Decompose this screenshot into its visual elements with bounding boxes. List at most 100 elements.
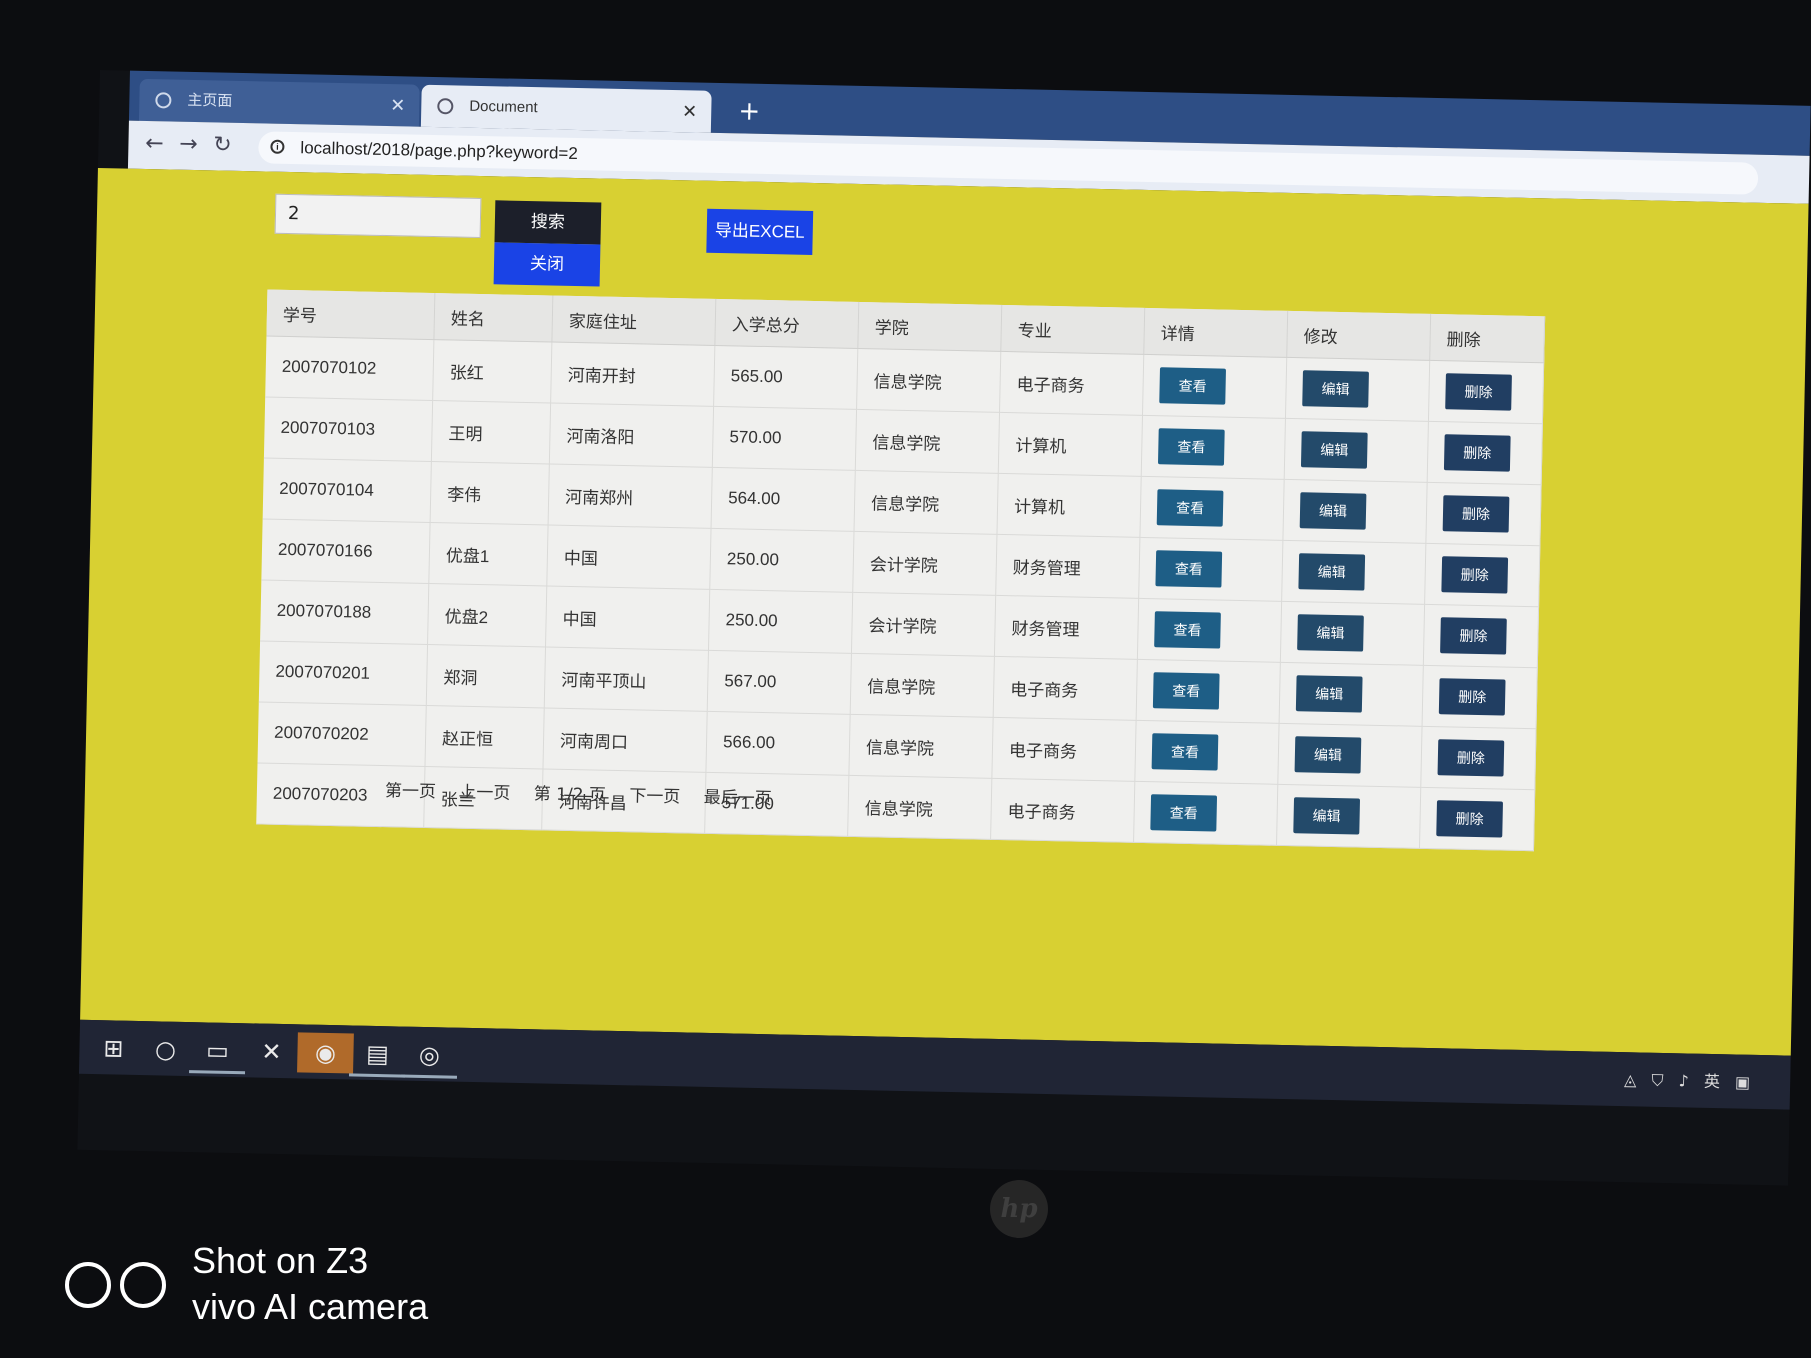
address-cell: 河南郑州 — [548, 463, 713, 529]
student-id-cell: 2007070104 — [262, 458, 432, 523]
editor-icon[interactable]: ▤ — [348, 1033, 406, 1078]
shield-icon[interactable]: ⛉ — [1651, 1071, 1663, 1090]
info-icon[interactable]: i — [270, 139, 285, 154]
globe-icon — [155, 92, 172, 109]
score-cell: 564.00 — [711, 467, 856, 532]
network-icon[interactable]: ◬ — [1624, 1070, 1637, 1089]
aperture-icon — [65, 1262, 111, 1308]
delete-cell: 删除 — [1420, 726, 1537, 790]
delete-cell: 删除 — [1419, 787, 1535, 851]
aperture-icon — [120, 1262, 166, 1308]
view-button[interactable]: 查看 — [1151, 733, 1219, 771]
edit-button[interactable]: 编辑 — [1297, 614, 1364, 652]
name-cell: 优盘2 — [427, 583, 547, 647]
college-cell: 信息学院 — [855, 409, 1000, 474]
export-excel-button[interactable]: 导出EXCEL — [706, 208, 814, 255]
windows-start-icon[interactable]: ⊞ — [85, 1028, 142, 1069]
detail-cell: 查看 — [1138, 537, 1283, 602]
address-cell: 河南周口 — [542, 707, 708, 773]
view-button[interactable]: 查看 — [1159, 367, 1226, 405]
delete-button[interactable]: 删除 — [1441, 556, 1509, 594]
tools-icon[interactable]: ✕ — [243, 1031, 300, 1072]
back-arrow-icon[interactable]: ← — [140, 131, 169, 157]
chrome-icon[interactable]: ◎ — [400, 1034, 458, 1079]
file-explorer-icon[interactable]: ▭ — [189, 1030, 246, 1075]
close-button[interactable]: 关闭 — [493, 242, 601, 287]
edit-cell: 编辑 — [1277, 723, 1423, 788]
student-id-cell: 2007070103 — [263, 397, 433, 462]
detail-cell: 查看 — [1139, 476, 1285, 541]
column-header: 修改 — [1286, 310, 1431, 361]
notification-icon[interactable]: ▣ — [1735, 1072, 1751, 1091]
delete-button[interactable]: 删除 — [1437, 739, 1505, 777]
delete-button[interactable]: 删除 — [1445, 373, 1512, 411]
view-button[interactable]: 查看 — [1152, 672, 1220, 710]
next-page-link[interactable]: 下一页 — [629, 786, 680, 807]
delete-button[interactable]: 删除 — [1438, 678, 1506, 716]
edit-button[interactable]: 编辑 — [1299, 492, 1367, 530]
score-cell: 570.00 — [712, 406, 857, 471]
system-tray: ◬ ⛉ ♪ 英 ▣ — [1614, 1066, 1751, 1093]
column-header: 详情 — [1143, 307, 1288, 358]
cortana-icon[interactable]: ○ — [137, 1029, 194, 1070]
delete-button[interactable]: 删除 — [1440, 617, 1507, 655]
view-button[interactable]: 查看 — [1156, 489, 1224, 527]
watermark-line-2: vivo AI camera — [192, 1286, 429, 1327]
edit-button[interactable]: 编辑 — [1300, 431, 1368, 469]
edit-button[interactable]: 编辑 — [1295, 675, 1363, 713]
delete-cell: 删除 — [1425, 482, 1542, 546]
major-cell: 电子商务 — [990, 778, 1135, 843]
score-cell: 567.00 — [707, 650, 852, 715]
volume-icon[interactable]: ♪ — [1678, 1071, 1689, 1090]
address-cell: 河南开封 — [550, 342, 715, 407]
tab-document[interactable]: Document ✕ — [420, 84, 712, 133]
college-cell: 信息学院 — [847, 775, 992, 840]
delete-button[interactable]: 删除 — [1442, 495, 1510, 533]
delete-button[interactable]: 删除 — [1443, 434, 1511, 472]
edit-button[interactable]: 编辑 — [1298, 553, 1366, 591]
edit-button[interactable]: 编辑 — [1302, 370, 1369, 408]
address-cell: 河南平顶山 — [544, 646, 709, 712]
search-button[interactable]: 搜索 — [494, 200, 602, 245]
student-id-cell: 2007070202 — [257, 701, 427, 767]
view-button[interactable]: 查看 — [1150, 794, 1218, 832]
reload-icon[interactable]: ↻ — [208, 132, 237, 158]
name-cell: 李伟 — [430, 461, 550, 525]
delete-button[interactable]: 删除 — [1436, 800, 1503, 838]
edit-cell: 编辑 — [1276, 784, 1421, 849]
address-cell: 中国 — [545, 585, 710, 651]
first-page-link[interactable]: 第一页 — [385, 781, 436, 802]
score-cell: 250.00 — [708, 589, 853, 654]
college-cell: 信息学院 — [854, 470, 999, 535]
delete-cell: 删除 — [1424, 543, 1540, 607]
name-cell: 优盘1 — [428, 522, 549, 586]
search-input[interactable]: 2 — [274, 193, 482, 239]
close-tab-icon[interactable]: ✕ — [390, 84, 406, 126]
close-tab-icon[interactable]: ✕ — [682, 90, 698, 132]
view-button[interactable]: 查看 — [1155, 550, 1223, 588]
name-cell: 赵正恒 — [424, 705, 545, 769]
score-cell: 566.00 — [705, 711, 851, 776]
prev-page-link[interactable]: 上一页 — [459, 783, 510, 804]
forward-arrow-icon[interactable]: → — [174, 132, 203, 158]
last-page-link[interactable]: 最后一页 — [703, 788, 771, 809]
address-cell: 中国 — [546, 524, 712, 590]
delete-cell: 删除 — [1427, 421, 1543, 485]
column-header: 删除 — [1429, 313, 1545, 363]
new-tab-button[interactable]: + — [729, 91, 770, 134]
edit-button[interactable]: 编辑 — [1293, 797, 1361, 835]
globe-icon — [437, 98, 454, 115]
watermark-line-1: Shot on Z3 — [192, 1240, 369, 1281]
tab-home[interactable]: 主页面 ✕ — [138, 78, 420, 127]
ime-indicator[interactable]: 英 — [1704, 1072, 1720, 1091]
view-button[interactable]: 查看 — [1157, 428, 1225, 466]
hp-logo: hp — [990, 1180, 1048, 1238]
edit-button[interactable]: 编辑 — [1294, 736, 1362, 774]
column-header: 学院 — [857, 301, 1002, 352]
edit-cell: 编辑 — [1282, 479, 1428, 544]
major-cell: 计算机 — [998, 412, 1143, 477]
view-button[interactable]: 查看 — [1154, 611, 1221, 649]
app-icon[interactable]: ◉ — [297, 1032, 354, 1074]
college-cell: 信息学院 — [850, 653, 995, 718]
name-cell: 郑洞 — [426, 644, 546, 708]
